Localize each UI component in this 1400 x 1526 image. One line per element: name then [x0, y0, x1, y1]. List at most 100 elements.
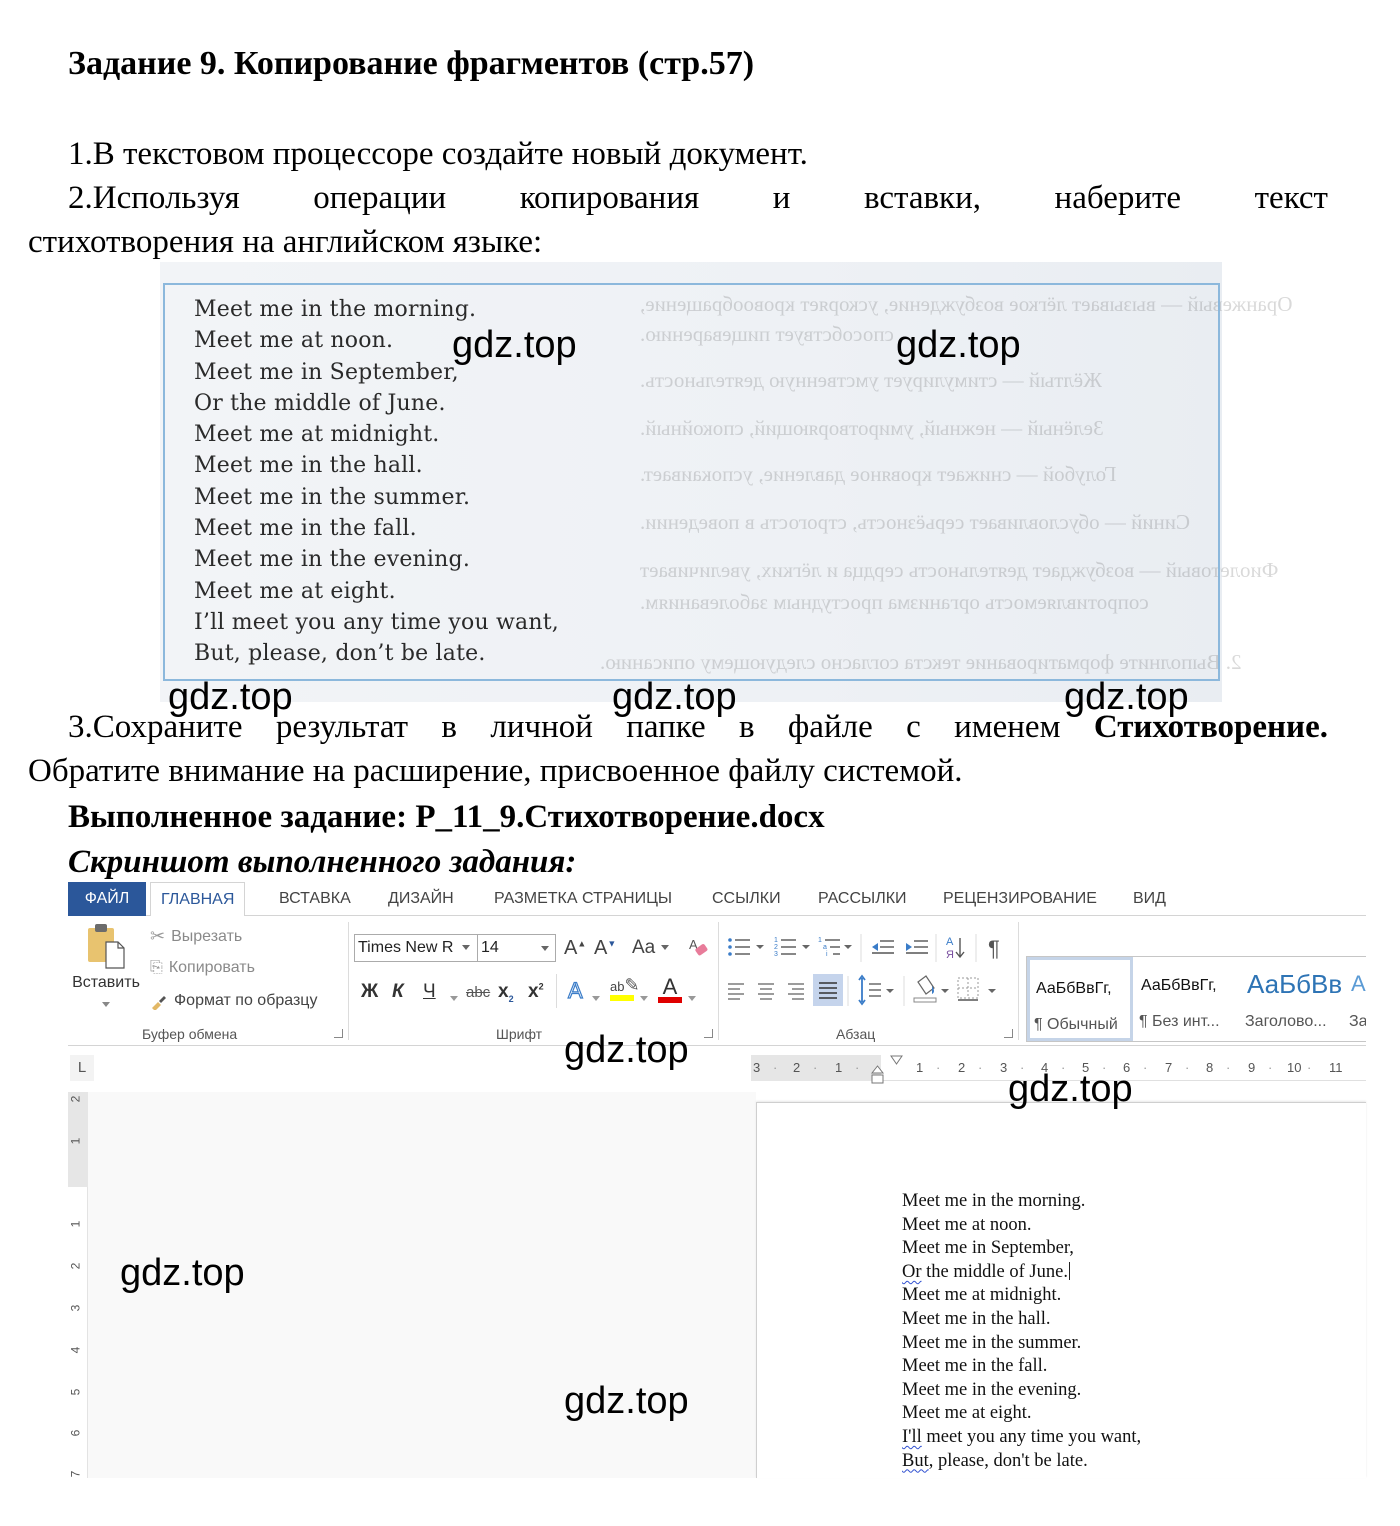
- tab-insert[interactable]: ВСТАВКА: [269, 882, 361, 916]
- text-effects-button[interactable]: A: [567, 979, 583, 1002]
- svg-text:Я: Я: [946, 949, 954, 961]
- paste-label: Вставить: [72, 974, 140, 991]
- font-color-button[interactable]: A: [658, 976, 682, 1003]
- paragraph-buttons: 123 1ai АЯ ¶: [728, 934, 1000, 1006]
- step-3-word: с: [906, 709, 921, 745]
- page-poem-line: Meet me at eight.: [902, 1403, 1032, 1424]
- first-line-indent-marker-icon[interactable]: [889, 1055, 905, 1089]
- tab-references[interactable]: ССЫЛКИ: [702, 882, 791, 916]
- page-poem-line: But, please, don't be late.: [902, 1450, 1088, 1471]
- scan-poem-line: Meet me at midnight.: [194, 422, 440, 448]
- document-page[interactable]: Meet me in the morning. Meet me at noon. M…: [756, 1102, 1366, 1478]
- tab-page-layout[interactable]: РАЗМЕТКА СТРАНИЦЫ: [484, 882, 682, 916]
- underline-dropdown-icon[interactable]: [450, 988, 458, 1006]
- tab-stop-selector[interactable]: L: [70, 1055, 94, 1081]
- scan-poem-line: Or the middle of June.: [194, 390, 446, 416]
- paste-dropdown-icon[interactable]: [102, 1002, 110, 1007]
- scissors-icon: ✂: [150, 926, 166, 946]
- ruler-tick: ·: [978, 1060, 983, 1075]
- bold-button[interactable]: Ж: [361, 982, 378, 1001]
- superscript-button[interactable]: x2: [528, 982, 544, 1001]
- font-size-combo[interactable]: 14: [477, 934, 556, 962]
- ruler-number: 2: [793, 1060, 801, 1075]
- watermark: gdz.top: [896, 324, 1021, 366]
- style-no-spacing[interactable]: АаБбВвГг, ¶ Без инт...: [1135, 957, 1241, 1041]
- strikethrough-button[interactable]: abc: [466, 985, 490, 1000]
- tab-review[interactable]: РЕЦЕНЗИРОВАНИЕ: [933, 882, 1107, 916]
- increase-indent-icon: [906, 940, 928, 954]
- grow-font-icon[interactable]: A▲: [564, 938, 586, 958]
- step-3-continuation: Обратите внимание на расширение, присвое…: [28, 753, 963, 789]
- hanging-indent-marker-icon[interactable]: [870, 1063, 886, 1089]
- shrink-font-icon[interactable]: A▼: [594, 938, 616, 958]
- style-heading-2[interactable]: А За: [1345, 957, 1366, 1041]
- ruler-tick: ·: [1268, 1060, 1273, 1075]
- format-painter-icon: [152, 996, 166, 1010]
- watermark: gdz.top: [168, 676, 293, 718]
- style-heading-1[interactable]: АаБбВв Заголово...: [1241, 957, 1347, 1041]
- font-launcher-icon[interactable]: [704, 1029, 713, 1038]
- italic-button[interactable]: К: [392, 982, 404, 1001]
- watermark: gdz.top: [612, 676, 737, 718]
- step-3-word: файле: [787, 709, 873, 745]
- tab-view[interactable]: ВИД: [1123, 882, 1176, 916]
- svg-text:a: a: [823, 944, 827, 951]
- highlight-dropdown-icon[interactable]: [640, 988, 648, 1006]
- step-2-word: вставки,: [863, 180, 981, 216]
- page-poem-line: Meet me at noon.: [902, 1214, 1032, 1235]
- ruler-number: 7: [68, 1470, 83, 1478]
- scan-poem-line: Meet me in the morning.: [194, 297, 477, 322]
- tab-file[interactable]: ФАЙЛ: [68, 882, 146, 916]
- tab-mailings[interactable]: РАССЫЛКИ: [808, 882, 917, 916]
- clipboard-launcher-icon[interactable]: [334, 1029, 343, 1038]
- cut-label: Вырезать: [171, 927, 243, 945]
- copy-button[interactable]: ⎘ Копировать: [150, 959, 255, 977]
- style-normal[interactable]: АаБбВвГг, ¶ Обычный: [1027, 957, 1133, 1041]
- change-case-button[interactable]: Aa: [632, 938, 669, 957]
- page-poem-line: Meet me in the morning.: [902, 1191, 1086, 1211]
- text-effects-dropdown-icon[interactable]: [592, 988, 600, 1006]
- svg-text:1: 1: [818, 937, 822, 944]
- copy-icon: ⎘: [150, 959, 163, 976]
- page-poem-line: Meet me in the fall.: [902, 1356, 1048, 1377]
- font-name-combo[interactable]: Times New R: [354, 934, 478, 962]
- scan-poem-line: Meet me in the fall.: [194, 516, 417, 542]
- ruler-number: 4: [68, 1346, 83, 1354]
- subscript-button[interactable]: x2: [498, 982, 514, 1004]
- page-poem-line: Meet me in the evening.: [902, 1379, 1082, 1400]
- svg-text:3: 3: [774, 951, 778, 958]
- format-painter-button[interactable]: Формат по образцу: [150, 992, 317, 1010]
- tab-home[interactable]: ГЛАВНАЯ: [150, 882, 246, 917]
- page-poem-text[interactable]: Meet me in the morning. Meet me at noon. M…: [902, 1190, 1141, 1473]
- paste-button[interactable]: Вставить: [72, 922, 140, 1014]
- tab-design[interactable]: ДИЗАЙН: [378, 882, 464, 916]
- step-3-word: именем: [954, 709, 1061, 745]
- clear-formatting-icon[interactable]: A: [688, 936, 710, 963]
- step-2-word: и: [772, 180, 791, 216]
- paragraph-group-label: Абзац: [836, 1026, 876, 1042]
- scan-poem-line: I’ll meet you any time you want,: [194, 609, 559, 635]
- ruler-number: 1: [916, 1060, 924, 1075]
- ruler-number: 10: [1287, 1060, 1302, 1075]
- ruler-number: 1: [68, 1220, 83, 1228]
- pilcrow-icon: ¶: [988, 936, 1000, 961]
- screenshot-label: Скриншот выполненного задания:: [68, 844, 577, 880]
- font-name-value: Times New R: [358, 939, 454, 956]
- underline-button[interactable]: Ч: [423, 982, 436, 1001]
- styles-gallery: АаБбВвГг, ¶ Обычный АаБбВвГг, ¶ Без инт.…: [1026, 956, 1366, 1042]
- page-title: Задание 9. Копирование фрагментов (стр.5…: [68, 45, 755, 82]
- step-3-word: в: [441, 709, 458, 745]
- svg-text:i: i: [826, 951, 828, 958]
- font-group-label: Шрифт: [496, 1026, 543, 1042]
- ruler-tick: ·: [773, 1060, 778, 1075]
- highlight-button[interactable]: ab✎: [610, 976, 640, 1001]
- align-right-icon: [788, 983, 804, 1000]
- step-1-text: 1.В текстовом процессоре создайте новый …: [68, 136, 808, 172]
- clipboard-paste-icon: [88, 924, 125, 969]
- font-color-dropdown-icon[interactable]: [688, 988, 696, 1006]
- group-separator: [718, 922, 719, 1040]
- vertical-ruler[interactable]: 2 1 1 2 3 4 5 6 7: [68, 1092, 88, 1478]
- cut-button[interactable]: ✂ Вырезать: [150, 926, 242, 947]
- shading-icon: [913, 975, 937, 1003]
- paragraph-launcher-icon[interactable]: [1004, 1029, 1013, 1038]
